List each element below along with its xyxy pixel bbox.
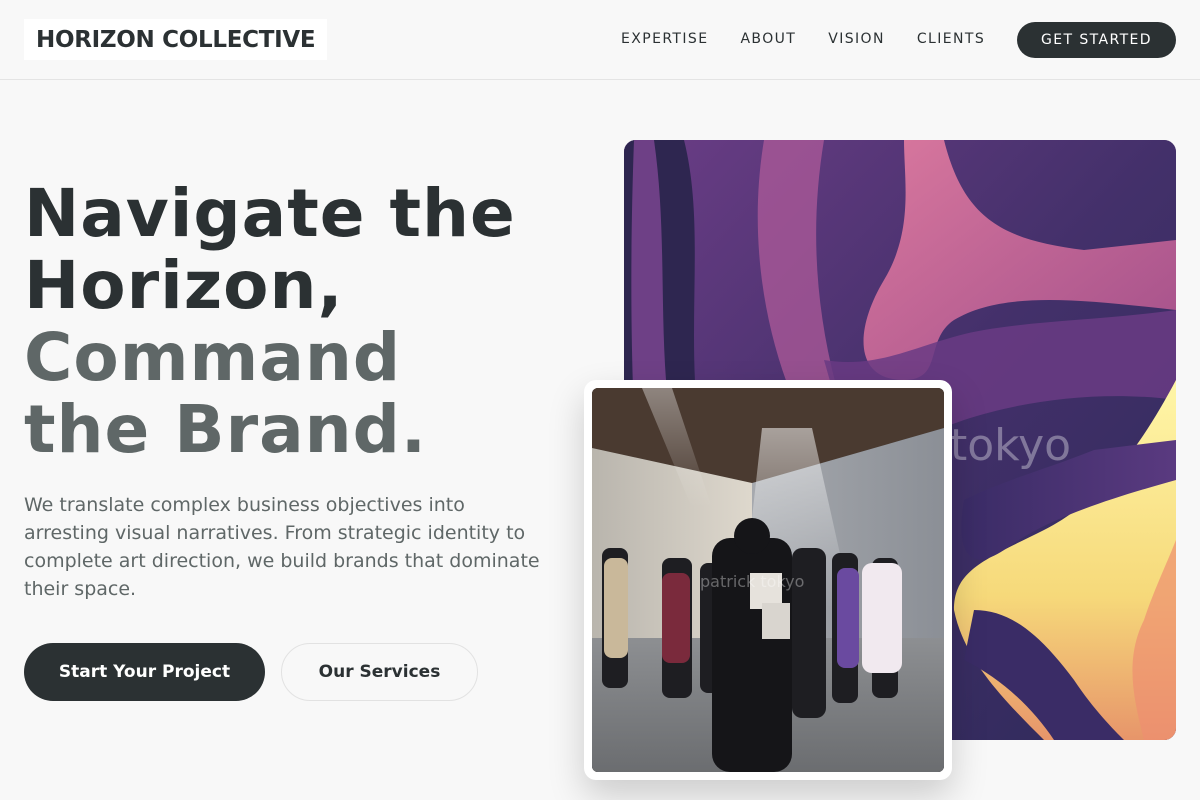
nav-link-about[interactable]: ABOUT bbox=[740, 31, 796, 47]
nav-link-clients[interactable]: CLIENTS bbox=[917, 31, 985, 47]
photo-watermark: patrick tokyo bbox=[700, 572, 805, 591]
headline-line-4: the Brand. bbox=[24, 391, 427, 468]
headline-line-2: Horizon, bbox=[24, 247, 344, 324]
hero-headline: Navigate the Horizon, Command the Brand. bbox=[24, 178, 516, 466]
headline-line-3: Command bbox=[24, 319, 402, 396]
start-project-button[interactable]: Start Your Project bbox=[24, 643, 265, 701]
top-navbar: HORIZON COLLECTIVE EXPERTISE ABOUT VISIO… bbox=[0, 0, 1200, 80]
art-watermark: tokyo bbox=[950, 420, 1072, 471]
nav-link-vision[interactable]: VISION bbox=[828, 31, 885, 47]
our-services-button[interactable]: Our Services bbox=[281, 643, 478, 701]
headline-line-1: Navigate the bbox=[24, 175, 516, 252]
hero-description: We translate complex business objectives… bbox=[24, 494, 540, 600]
brand-logo[interactable]: HORIZON COLLECTIVE bbox=[24, 19, 328, 60]
nav-link-expertise[interactable]: EXPERTISE bbox=[621, 31, 708, 47]
nav-links: EXPERTISE ABOUT VISION CLIENTS bbox=[621, 31, 985, 47]
get-started-button[interactable]: GET STARTED bbox=[1017, 22, 1176, 58]
